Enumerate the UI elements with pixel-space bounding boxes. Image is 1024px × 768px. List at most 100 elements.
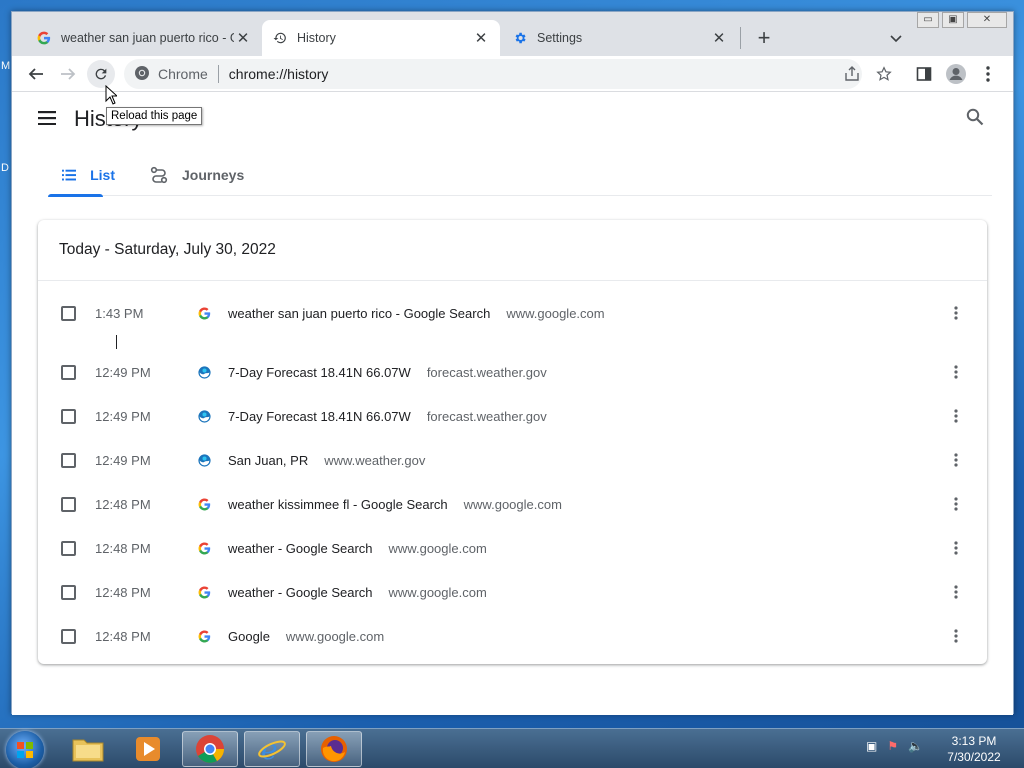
hamburger-menu-icon[interactable] (38, 111, 56, 128)
chrome-taskbar-icon[interactable] (182, 731, 238, 767)
history-row[interactable]: 12:48 PM weather - Google Search www.googl… (38, 570, 987, 614)
tab-close-icon[interactable]: ✕ (710, 29, 728, 47)
history-row[interactable]: 12:48 PM weather - Google Search www.googl… (38, 526, 987, 570)
profile-avatar-icon[interactable] (942, 60, 970, 88)
tab-journeys[interactable]: Journeys (136, 153, 244, 196)
history-page: History List Journeys Today - Saturday, … (12, 93, 1013, 715)
network-icon[interactable]: ▣ (866, 739, 877, 753)
row-title: weather - Google Search (228, 584, 373, 600)
side-panel-icon[interactable] (910, 60, 938, 88)
search-icon[interactable] (966, 108, 984, 129)
row-title-link[interactable]: San Juan, PR www.weather.gov (228, 453, 425, 468)
google-icon (36, 30, 52, 46)
history-row[interactable]: 12:49 PM San Juan, PR www.weather.gov (38, 438, 987, 482)
tab-settings[interactable]: Settings ✕ (502, 20, 738, 56)
row-more-actions-icon[interactable] (946, 536, 966, 560)
google-favicon-icon (196, 628, 212, 644)
row-more-actions-icon[interactable] (946, 492, 966, 516)
row-time: 12:49 PM (95, 408, 151, 424)
new-tab-button[interactable]: + (752, 27, 776, 51)
row-domain: forecast.weather.gov (426, 364, 547, 380)
window-close-button[interactable]: ✕ (967, 12, 1007, 28)
row-checkbox[interactable] (61, 584, 76, 600)
taskbar-clock[interactable]: 3:13 PM 7/30/2022 (944, 733, 1004, 765)
row-domain: www.google.com (388, 540, 487, 556)
gear-icon (512, 30, 528, 46)
back-arrow-icon[interactable] (22, 60, 50, 88)
omnibox-chip: Chrome (158, 66, 208, 82)
row-title-link[interactable]: 7-Day Forecast 18.41N 66.07W forecast.wea… (228, 365, 547, 380)
row-title-link[interactable]: weather - Google Search www.google.com (228, 541, 487, 556)
row-time: 12:49 PM (95, 452, 151, 468)
google-favicon-icon (196, 496, 212, 512)
row-checkbox[interactable] (61, 628, 76, 644)
row-time: 12:48 PM (95, 540, 151, 556)
noaa-favicon-icon (196, 364, 212, 380)
history-row[interactable]: 12:49 PM 7-Day Forecast 18.41N 66.07W fore… (38, 394, 987, 438)
tab-close-icon[interactable]: ✕ (234, 29, 252, 47)
minimize-button[interactable]: ▭ (917, 12, 939, 28)
row-more-actions-icon[interactable] (946, 360, 966, 384)
history-card: Today - Saturday, July 30, 2022 1:43 PM w… (38, 220, 987, 664)
row-checkbox[interactable] (61, 364, 76, 380)
row-title: San Juan, PR (228, 452, 309, 468)
tab-weather-search[interactable]: weather san juan puerto rico - Go ✕ (26, 20, 262, 56)
chrome-logo-icon (134, 65, 150, 84)
row-domain: www.google.com (388, 584, 487, 600)
firefox-icon[interactable] (306, 731, 362, 767)
tab-close-icon[interactable]: ✕ (472, 29, 490, 47)
volume-icon[interactable]: 🔈 (908, 739, 923, 753)
row-time: 12:48 PM (95, 496, 151, 512)
text-caret (116, 335, 117, 349)
share-icon[interactable] (838, 60, 866, 88)
row-title-link[interactable]: Google www.google.com (228, 629, 384, 644)
windows-taskbar: e ▣ ⚑ 🔈 3:13 PM 7/30/2022 (0, 728, 1024, 768)
row-title-link[interactable]: weather san juan puerto rico - Google Se… (228, 306, 605, 321)
history-row[interactable]: 12:48 PM weather kissimmee fl - Google Se… (38, 482, 987, 526)
google-favicon-icon (196, 305, 212, 321)
row-checkbox[interactable] (61, 408, 76, 424)
row-title: 7-Day Forecast 18.41N 66.07W (228, 364, 411, 380)
row-checkbox[interactable] (61, 452, 76, 468)
internet-explorer-icon[interactable]: e (244, 731, 300, 767)
start-button[interactable] (6, 731, 44, 768)
maximize-button[interactable]: ▣ (942, 12, 964, 28)
row-checkbox[interactable] (61, 305, 76, 321)
file-explorer-icon[interactable] (60, 731, 116, 767)
date-group-header: Today - Saturday, July 30, 2022 (38, 220, 987, 281)
tab-title: Settings (537, 31, 583, 45)
tab-list[interactable]: List (48, 153, 115, 197)
row-title-link[interactable]: weather - Google Search www.google.com (228, 585, 487, 600)
tab-history[interactable]: History ✕ (262, 20, 500, 56)
browser-toolbar: Chrome chrome://history (12, 56, 1013, 92)
row-domain: forecast.weather.gov (426, 408, 547, 424)
row-more-actions-icon[interactable] (946, 301, 966, 325)
forward-arrow-icon[interactable] (54, 60, 82, 88)
clock-date: 7/30/2022 (947, 750, 1001, 764)
row-domain: www.weather.gov (324, 452, 426, 468)
omnibox-url-prefix: chrome:// (228, 66, 288, 82)
row-title-link[interactable]: weather kissimmee fl - Google Search www.… (228, 497, 562, 512)
tab-search-chevron-icon[interactable] (886, 29, 906, 49)
bookmark-star-icon[interactable] (870, 60, 898, 88)
history-row[interactable]: 1:43 PM weather san juan puerto rico - Go… (38, 291, 987, 335)
row-checkbox[interactable] (61, 496, 76, 512)
history-row[interactable]: 12:49 PM 7-Day Forecast 18.41N 66.07W fore… (38, 350, 987, 394)
media-player-icon[interactable] (120, 731, 176, 767)
row-title: 7-Day Forecast 18.41N 66.07W (228, 408, 411, 424)
row-more-actions-icon[interactable] (946, 448, 966, 472)
row-title: Google (228, 628, 270, 644)
list-icon (62, 169, 77, 180)
omnibox[interactable]: Chrome chrome://history (124, 59, 862, 89)
history-row[interactable]: 12:48 PM Google www.google.com (38, 614, 987, 658)
row-more-actions-icon[interactable] (946, 404, 966, 428)
row-title-link[interactable]: 7-Day Forecast 18.41N 66.07W forecast.wea… (228, 409, 547, 424)
reload-icon[interactable] (87, 60, 115, 88)
row-more-actions-icon[interactable] (946, 624, 966, 648)
row-checkbox[interactable] (61, 540, 76, 556)
row-time: 12:49 PM (95, 364, 151, 380)
action-center-flag-icon[interactable]: ⚑ (887, 739, 898, 753)
row-time: 12:48 PM (95, 584, 151, 600)
row-more-actions-icon[interactable] (946, 580, 966, 604)
kebab-menu-icon[interactable] (974, 60, 1002, 88)
